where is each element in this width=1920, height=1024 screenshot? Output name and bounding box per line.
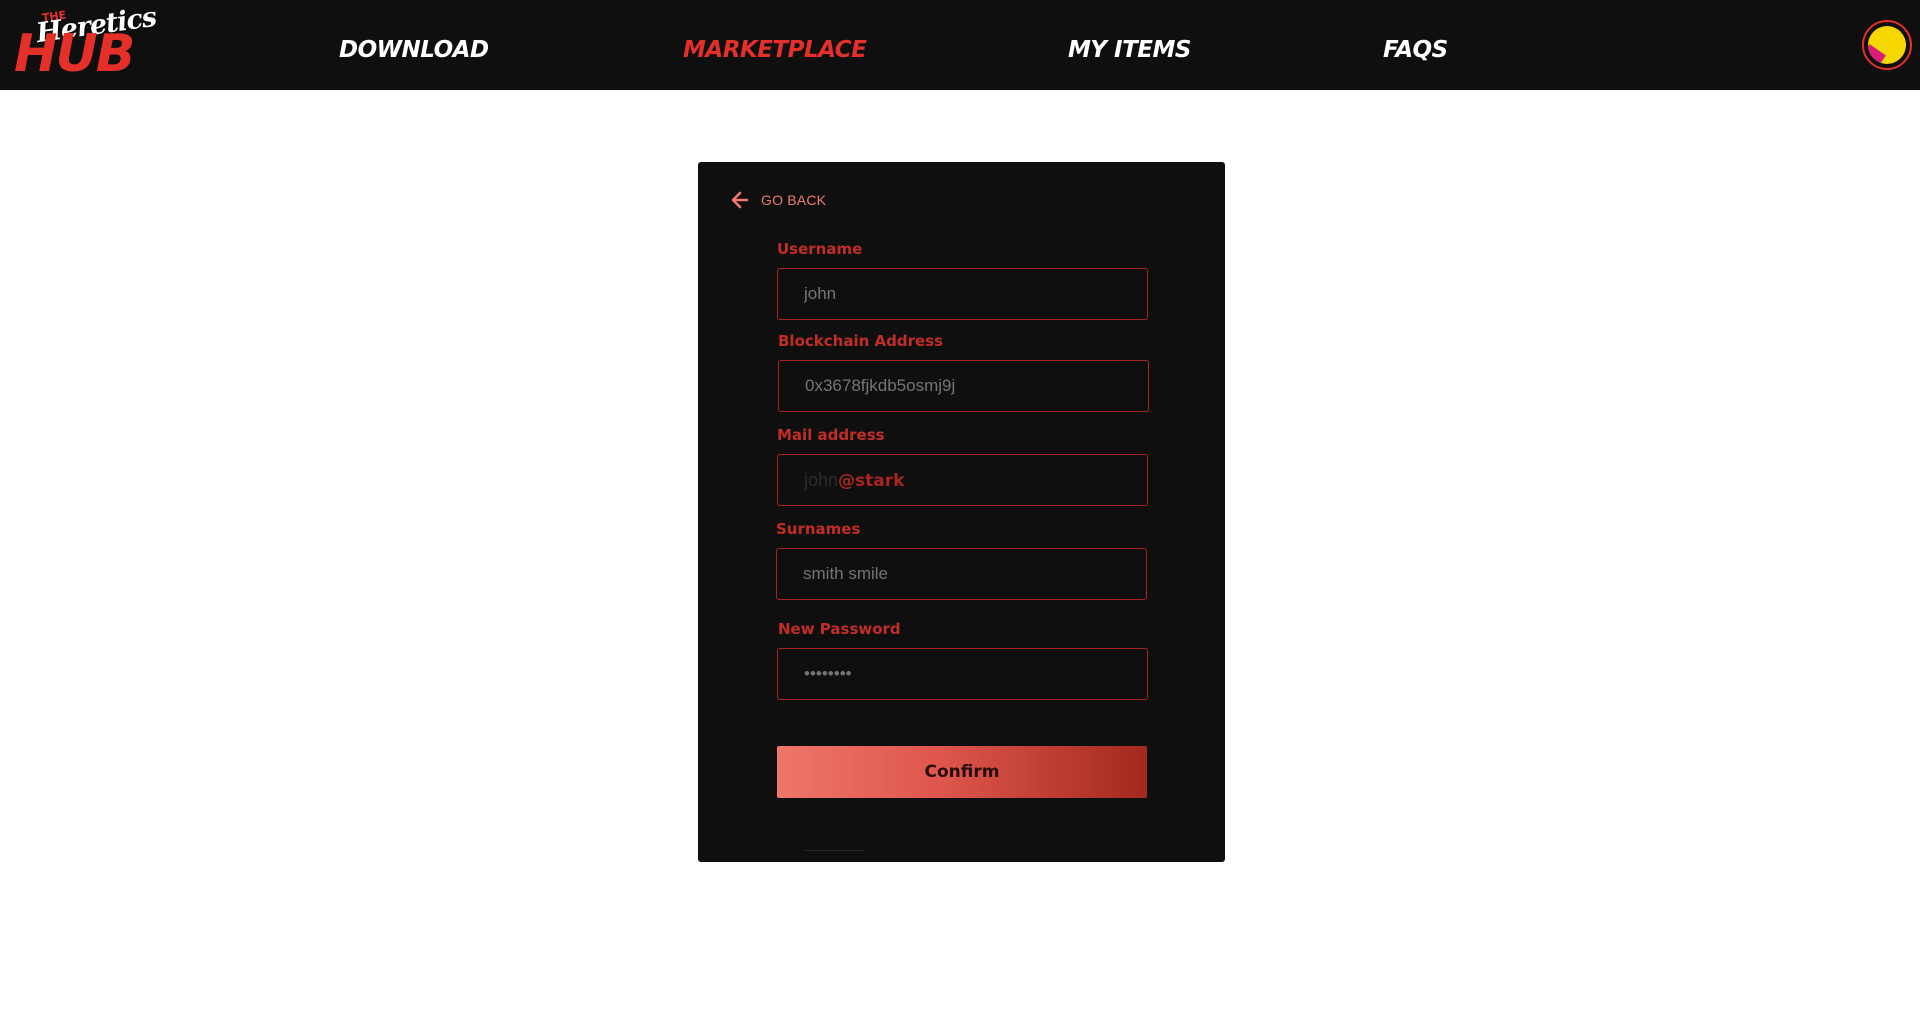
username-label: Username: [777, 240, 863, 258]
mail-address-value-prefix: john: [804, 470, 839, 490]
user-avatar-icon: [1868, 26, 1906, 64]
surnames-field-box: [776, 548, 1147, 600]
new-password-field-box: [777, 648, 1148, 700]
blockchain-address-label: Blockchain Address: [778, 332, 943, 350]
divider-line: [804, 850, 864, 851]
new-password-input[interactable]: [778, 649, 1147, 699]
surnames-input[interactable]: [777, 549, 1146, 599]
top-navigation-bar: THE Heretics HUB DOWNLOAD MARKETPLACE MY…: [0, 0, 1920, 90]
nav-marketplace[interactable]: MARKETPLACE: [683, 36, 867, 64]
mail-address-value: john@stark: [804, 469, 904, 492]
logo-hub-text: HUB: [14, 24, 135, 84]
go-back-label: GO BACK: [761, 192, 827, 208]
mail-address-label: Mail address: [777, 426, 885, 444]
nav-download[interactable]: DOWNLOAD: [339, 36, 489, 64]
go-back-link[interactable]: GO BACK: [730, 188, 826, 212]
new-password-label: New Password: [778, 620, 901, 638]
nav-faqs[interactable]: FAQS: [1383, 36, 1448, 64]
mail-address-input[interactable]: john@stark: [777, 454, 1148, 506]
surnames-label: Surnames: [776, 520, 861, 538]
arrow-left-icon: [731, 191, 749, 209]
heretics-hub-logo[interactable]: THE Heretics HUB: [14, 2, 158, 84]
username-input[interactable]: [778, 269, 1147, 319]
nav-my-items[interactable]: MY ITEMS: [1068, 36, 1191, 64]
confirm-button[interactable]: Confirm: [777, 746, 1147, 798]
username-field-box: [777, 268, 1148, 320]
blockchain-address-input[interactable]: [779, 361, 1148, 411]
user-avatar-button[interactable]: [1862, 20, 1912, 70]
blockchain-address-field-box: [778, 360, 1149, 412]
profile-edit-card: GO BACK Username Blockchain Address Mail…: [698, 162, 1225, 862]
mail-address-value-typed: @stark: [838, 471, 905, 491]
